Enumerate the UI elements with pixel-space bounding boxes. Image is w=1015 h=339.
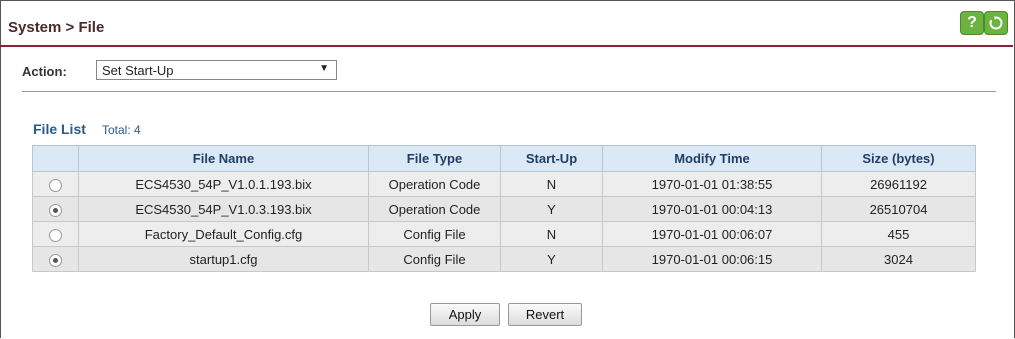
file-type-cell: Operation Code — [368, 171, 501, 197]
size-cell: 455 — [821, 221, 976, 247]
table-row[interactable]: ECS4530_54P_V1.0.1.193.bix Operation Cod… — [32, 171, 976, 197]
size-cell: 26961192 — [821, 171, 976, 197]
row-select-cell[interactable] — [32, 246, 79, 272]
start-up-cell: N — [500, 171, 603, 197]
page-title: System > File — [8, 19, 105, 36]
file-list-total: Total: 4 — [102, 123, 141, 137]
file-type-cell: Config File — [368, 221, 501, 247]
file-type-cell: Operation Code — [368, 196, 501, 222]
start-up-cell: N — [500, 221, 603, 247]
section-divider — [22, 91, 996, 92]
size-cell: 3024 — [821, 246, 976, 272]
column-header-size: Size (bytes) — [821, 145, 976, 172]
modify-time-cell: 1970-01-01 00:04:13 — [602, 196, 822, 222]
row-radio[interactable] — [49, 228, 62, 242]
chevron-down-icon: ▼ — [319, 63, 329, 74]
start-up-cell: Y — [500, 196, 603, 222]
action-label: Action: — [22, 64, 67, 79]
row-select-cell[interactable] — [32, 171, 79, 197]
file-name-cell: startup1.cfg — [78, 246, 369, 272]
table-row[interactable]: ECS4530_54P_V1.0.3.193.bix Operation Cod… — [32, 196, 976, 222]
modify-time-cell: 1970-01-01 00:06:07 — [602, 221, 822, 247]
table-header-row: File Name File Type Start-Up Modify Time… — [32, 145, 976, 172]
file-table: File Name File Type Start-Up Modify Time… — [32, 145, 976, 272]
action-selected-value: Set Start-Up — [102, 62, 174, 78]
row-select-cell[interactable] — [32, 221, 79, 247]
table-row[interactable]: startup1.cfg Config File Y 1970-01-01 00… — [32, 246, 976, 272]
column-header-file-name: File Name — [78, 145, 369, 172]
help-glyph: ? — [967, 14, 977, 31]
file-type-cell: Config File — [368, 246, 501, 272]
help-icon[interactable]: ? — [960, 11, 984, 35]
action-select[interactable]: Set Start-Up ▼ — [96, 60, 337, 80]
column-header-select — [32, 145, 79, 172]
table-row[interactable]: Factory_Default_Config.cfg Config File N… — [32, 221, 976, 247]
row-radio[interactable] — [49, 178, 62, 192]
file-name-cell: Factory_Default_Config.cfg — [78, 221, 369, 247]
header-divider — [0, 45, 1013, 47]
file-list-title: File List — [33, 121, 86, 137]
column-header-start-up: Start-Up — [500, 145, 603, 172]
row-radio[interactable] — [49, 253, 62, 267]
column-header-modify-time: Modify Time — [602, 145, 822, 172]
row-radio[interactable] — [49, 203, 62, 217]
size-cell: 26510704 — [821, 196, 976, 222]
file-name-cell: ECS4530_54P_V1.0.3.193.bix — [78, 196, 369, 222]
column-header-file-type: File Type — [368, 145, 501, 172]
modify-time-cell: 1970-01-01 00:06:15 — [602, 246, 822, 272]
apply-button[interactable]: Apply — [430, 303, 500, 326]
file-name-cell: ECS4530_54P_V1.0.1.193.bix — [78, 171, 369, 197]
revert-button[interactable]: Revert — [508, 303, 582, 326]
start-up-cell: Y — [500, 246, 603, 272]
row-select-cell[interactable] — [32, 196, 79, 222]
modify-time-cell: 1970-01-01 01:38:55 — [602, 171, 822, 197]
refresh-arrow-icon — [989, 16, 1003, 30]
refresh-icon[interactable] — [984, 11, 1008, 35]
